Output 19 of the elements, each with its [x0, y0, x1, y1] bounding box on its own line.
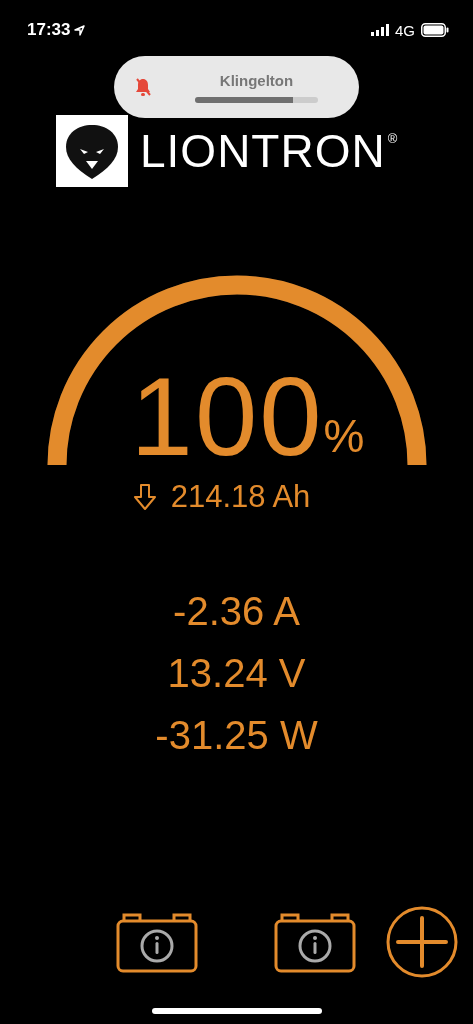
percent-unit: % — [323, 409, 365, 463]
measurement-reading: 13.24 V — [167, 651, 306, 695]
battery-info-icon[interactable] — [274, 911, 356, 973]
add-icon[interactable] — [386, 906, 458, 978]
measurement-reading: -2.36 A — [173, 589, 300, 633]
registered-mark: ® — [387, 131, 398, 146]
brand-name: LIONTRON — [140, 124, 386, 178]
battery-icon — [421, 23, 449, 37]
charge-percent: 100 — [130, 361, 324, 473]
volume-label: Klingelton — [219, 71, 294, 89]
battery-info-icon[interactable] — [116, 911, 198, 973]
network-type: 4G — [395, 21, 415, 39]
down-arrow-icon — [132, 483, 157, 511]
signal-icon — [371, 24, 389, 36]
lion-logo-icon — [56, 115, 128, 187]
clock-time: 17:33 — [27, 20, 71, 40]
capacity-reading: 214.18 Ah — [170, 479, 311, 515]
location-arrow-icon — [74, 24, 86, 36]
measurement-reading: -31.25 W — [155, 713, 318, 757]
